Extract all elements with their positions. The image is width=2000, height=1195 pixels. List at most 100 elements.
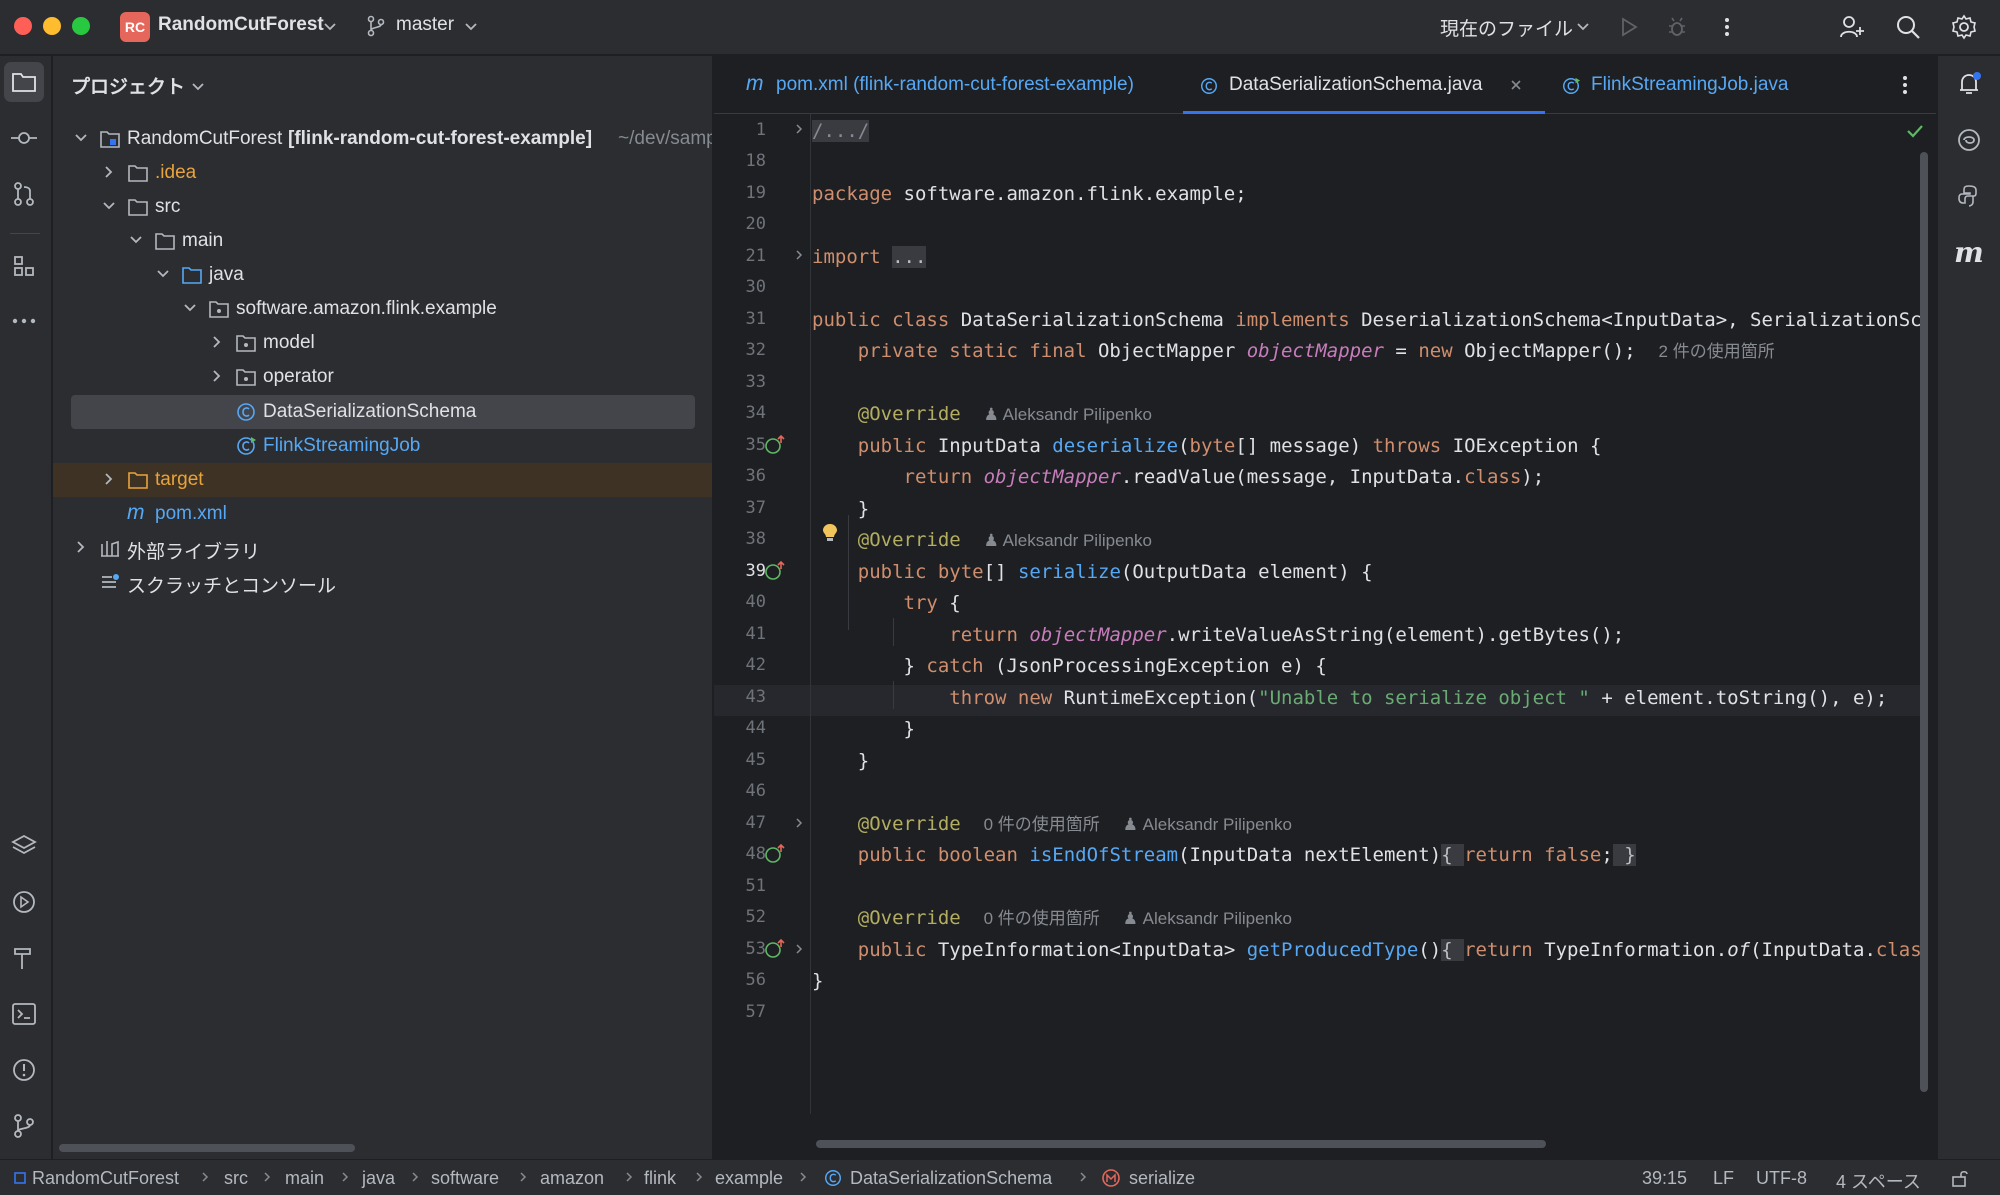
implements-method-icon[interactable] xyxy=(764,843,786,865)
zoom-window-button[interactable] xyxy=(72,17,90,35)
tree-item-scratches[interactable]: スクラッチとコンソール xyxy=(53,565,712,599)
breadcrumb-item[interactable]: software xyxy=(431,1168,499,1189)
horizontal-scrollbar[interactable] xyxy=(816,1140,1546,1148)
usages-hint[interactable]: 0 件の使用箇所 xyxy=(984,909,1100,928)
close-window-button[interactable] xyxy=(14,17,32,35)
git-tool-button[interactable] xyxy=(4,1106,44,1146)
services-tool-button[interactable] xyxy=(4,826,44,866)
tree-item-flinkstreamingjob[interactable]: FlinkStreamingJob xyxy=(53,429,712,463)
breadcrumb-item[interactable]: RandomCutForest xyxy=(32,1168,179,1189)
fold-expand-icon[interactable] xyxy=(792,942,806,956)
maven-tool-button[interactable]: m xyxy=(1949,232,1989,272)
source-folder-icon xyxy=(182,267,202,284)
code-content[interactable]: /.../ package software.amazon.flink.exam… xyxy=(812,114,1926,1114)
tree-item-java[interactable]: java xyxy=(53,258,712,292)
run-config-selector[interactable]: 現在のファイル xyxy=(1440,14,1573,41)
run-button[interactable] xyxy=(1612,10,1646,44)
more-actions-button[interactable] xyxy=(1710,10,1744,44)
code-token: public class xyxy=(812,309,950,331)
branch-name[interactable]: master xyxy=(396,14,454,36)
project-tool-button[interactable] xyxy=(4,62,44,102)
tree-item-dataserializationschema[interactable]: DataSerializationSchema xyxy=(71,395,695,429)
fold-expand-icon[interactable] xyxy=(792,122,806,136)
author-hint[interactable]: ♟ Aleksandr Pilipenko xyxy=(1123,815,1292,834)
usages-hint[interactable]: 0 件の使用箇所 xyxy=(984,815,1100,834)
tab-dataserializationschema[interactable]: DataSerializationSchema.java xyxy=(1183,56,1545,114)
fold-expand-icon[interactable] xyxy=(792,248,806,262)
more-tools-button[interactable] xyxy=(4,301,44,341)
structure-tool-button[interactable] xyxy=(4,246,44,286)
build-tool-button[interactable] xyxy=(4,938,44,978)
tree-item-package[interactable]: software.amazon.flink.example xyxy=(53,292,712,326)
author-hint[interactable]: ♟ Aleksandr Pilipenko xyxy=(984,405,1152,424)
project-panel-title[interactable]: プロジェクト xyxy=(71,72,185,99)
search-everywhere-button[interactable] xyxy=(1891,10,1925,44)
chevron-down-icon[interactable] xyxy=(191,80,205,94)
indent-setting[interactable]: 4 スペース xyxy=(1836,1168,1921,1194)
breadcrumb-item[interactable]: DataSerializationSchema xyxy=(850,1168,1052,1189)
project-badge[interactable]: RC xyxy=(120,12,150,42)
horizontal-scrollbar[interactable] xyxy=(59,1144,355,1152)
settings-button[interactable] xyxy=(1947,10,1981,44)
author-hint[interactable]: ♟ Aleksandr Pilipenko xyxy=(1123,909,1292,928)
minimize-window-button[interactable] xyxy=(43,17,61,35)
code-token: + element.toString(), e); xyxy=(1589,687,1888,709)
breadcrumb-item[interactable]: example xyxy=(715,1168,783,1189)
pull-requests-tool-button[interactable] xyxy=(4,174,44,214)
breadcrumb-item[interactable]: main xyxy=(285,1168,324,1189)
commit-tool-button[interactable] xyxy=(4,118,44,158)
problems-tool-button[interactable] xyxy=(4,1050,44,1090)
tree-item-src[interactable]: src xyxy=(53,190,712,224)
terminal-tool-button[interactable] xyxy=(4,994,44,1034)
tree-item-root[interactable]: RandomCutForest [flink-random-cut-forest… xyxy=(53,122,712,156)
tree-item-operator[interactable]: operator xyxy=(53,360,712,394)
line-number: 44 xyxy=(745,718,766,738)
caret-position[interactable]: 39:15 xyxy=(1642,1168,1687,1189)
fold-expand-icon[interactable] xyxy=(792,816,806,830)
breadcrumb-item[interactable]: amazon xyxy=(540,1168,604,1189)
implements-method-icon[interactable] xyxy=(764,434,786,456)
unlock-icon[interactable] xyxy=(1950,1168,1970,1188)
folded-header[interactable]: /.../ xyxy=(812,120,870,142)
usages-hint[interactable]: 2 件の使用箇所 xyxy=(1659,342,1775,361)
breadcrumb-item[interactable]: flink xyxy=(644,1168,676,1189)
breadcrumb-item[interactable]: java xyxy=(362,1168,395,1189)
tree-item-main[interactable]: main xyxy=(53,224,712,258)
code-token: { xyxy=(1441,844,1465,866)
tab-actions-icon[interactable] xyxy=(1900,74,1910,96)
breadcrumb-item[interactable]: src xyxy=(224,1168,248,1189)
tree-item-idea[interactable]: .idea xyxy=(53,156,712,190)
debug-button[interactable] xyxy=(1660,10,1694,44)
code-with-me-button[interactable] xyxy=(1835,10,1869,44)
branch-icon xyxy=(367,15,385,37)
python-console-button[interactable] xyxy=(1949,176,1989,216)
vertical-scrollbar[interactable] xyxy=(1920,152,1928,1092)
chevron-down-icon[interactable] xyxy=(1576,20,1590,34)
code-token: } xyxy=(1612,844,1636,866)
run-tool-button[interactable] xyxy=(4,882,44,922)
code-token: ObjectMapper(); xyxy=(1452,340,1659,362)
chevron-down-icon[interactable] xyxy=(323,20,337,34)
tab-flinkstreamingjob[interactable]: FlinkStreamingJob.java xyxy=(1545,56,1805,114)
library-icon xyxy=(101,540,119,557)
breadcrumb-item[interactable]: serialize xyxy=(1129,1168,1195,1189)
tree-item-pom[interactable]: m pom.xml xyxy=(53,497,712,531)
ai-assistant-button[interactable] xyxy=(1949,120,1989,160)
tab-pom[interactable]: m pom.xml (flink-random-cut-forest-examp… xyxy=(730,56,1170,114)
check-icon[interactable] xyxy=(1906,122,1924,140)
tree-item-target[interactable]: target xyxy=(53,463,712,497)
file-encoding[interactable]: UTF-8 xyxy=(1756,1168,1807,1189)
notifications-button[interactable] xyxy=(1949,64,1989,104)
lightbulb-icon[interactable] xyxy=(821,522,839,544)
package-icon xyxy=(236,335,256,352)
implements-method-icon[interactable] xyxy=(764,938,786,960)
tree-item-model[interactable]: model xyxy=(53,326,712,360)
folded-imports[interactable]: ... xyxy=(892,246,927,268)
project-name[interactable]: RandomCutForest xyxy=(158,14,324,36)
chevron-down-icon[interactable] xyxy=(464,20,478,34)
author-hint[interactable]: ♟ Aleksandr Pilipenko xyxy=(984,531,1152,550)
tree-item-external-libraries[interactable]: 外部ライブラリ xyxy=(53,531,712,565)
close-icon[interactable] xyxy=(1509,78,1523,92)
line-separator[interactable]: LF xyxy=(1713,1168,1734,1189)
implements-method-icon[interactable] xyxy=(764,560,786,582)
